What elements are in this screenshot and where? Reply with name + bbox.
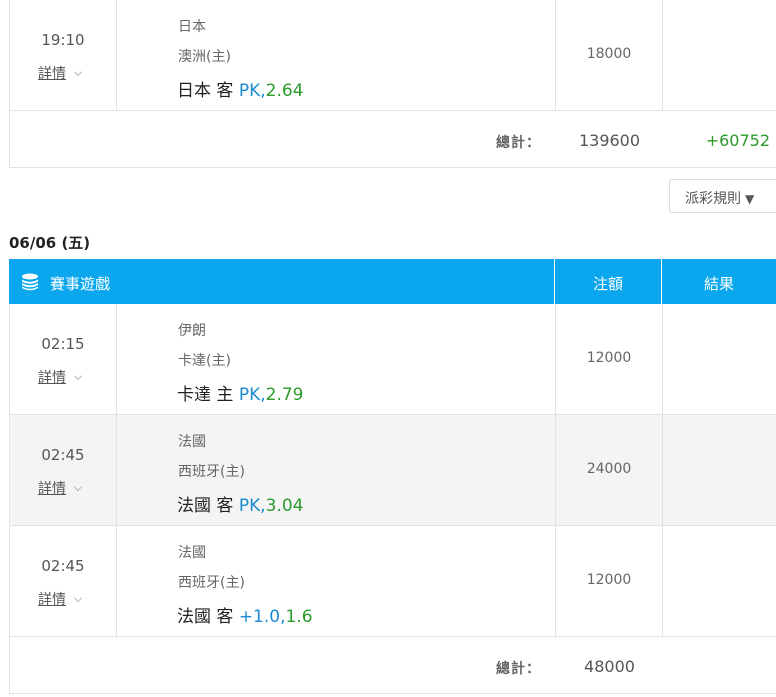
bet-amount-cell: 18000 xyxy=(556,0,663,110)
bet-amount-cell: 24000 xyxy=(556,415,663,525)
coin-stack-icon xyxy=(22,273,38,291)
bet-amount: 12000 xyxy=(586,572,632,588)
pick-odds: 1.6 xyxy=(285,607,313,627)
pick-team: 法國 客 xyxy=(177,607,234,627)
chevron-down-icon[interactable] xyxy=(73,371,83,381)
away-team: 法國 xyxy=(178,434,206,450)
pick-handicap: +1.0, xyxy=(238,607,286,627)
pick-team: 日本 客 xyxy=(177,81,234,101)
detail-label[interactable]: 詳情 xyxy=(38,481,66,497)
chevron-down-icon[interactable] xyxy=(73,482,83,492)
pick-odds: 3.04 xyxy=(265,496,304,516)
payout-rules-button[interactable]: 派彩規則 ▼ xyxy=(669,179,776,213)
bet-table-1: 19:10 詳情 日本 澳洲(主) 日本 客 PK,2.64 18000 總計：… xyxy=(9,0,776,168)
detail-label[interactable]: 詳情 xyxy=(38,592,66,608)
header-result-column: 結果 xyxy=(703,275,734,293)
away-team: 法國 xyxy=(178,545,206,561)
total-row: 總計： 139600 +60752 xyxy=(10,111,776,168)
time-cell: 02:45 詳情 xyxy=(10,526,117,636)
away-team: 日本 xyxy=(178,19,206,35)
header-bet-column: 注額 xyxy=(555,259,662,304)
total-result: +60752 xyxy=(705,131,770,150)
pick-handicap: PK, xyxy=(238,81,266,101)
pick-team: 法國 客 xyxy=(177,496,234,516)
bet-row: 02:15 詳情 伊朗 卡達(主) 卡達 主 PK,2.79 12000 xyxy=(10,304,776,415)
detail-label[interactable]: 詳情 xyxy=(38,370,66,386)
pick-odds: 2.79 xyxy=(265,385,304,405)
header-game-column: 賽事遊戲 xyxy=(9,259,555,304)
total-amount: 139600 xyxy=(578,131,641,150)
bet-amount: 12000 xyxy=(586,350,632,366)
total-label: 總計： xyxy=(496,135,541,151)
detail-label[interactable]: 詳情 xyxy=(38,66,66,82)
result-cell xyxy=(663,0,776,110)
time-cell: 02:45 詳情 xyxy=(10,415,117,525)
home-team: 西班牙(主) xyxy=(178,575,245,591)
detail-link[interactable]: 詳情 xyxy=(38,589,83,609)
pick-team: 卡達 主 xyxy=(177,385,234,405)
chevron-down-icon[interactable] xyxy=(73,593,83,603)
header-game-label: 賽事遊戲 xyxy=(50,275,111,293)
section-date: 06/06 (五) xyxy=(9,234,91,252)
home-team: 澳洲(主) xyxy=(178,49,231,65)
detail-link[interactable]: 詳情 xyxy=(38,478,83,498)
bet-row: 02:45 詳情 法國 西班牙(主) 法國 客 PK,3.04 24000 xyxy=(10,415,776,526)
match-time: 02:15 xyxy=(41,335,85,353)
home-team: 卡達(主) xyxy=(178,353,231,369)
result-cell xyxy=(663,415,776,525)
bet-row: 02:45 詳情 法國 西班牙(主) 法國 客 +1.0,1.6 12000 xyxy=(10,526,776,637)
pick-handicap: PK, xyxy=(238,496,266,516)
result-cell xyxy=(663,526,776,636)
pick-handicap: PK, xyxy=(238,385,266,405)
bet-amount-cell: 12000 xyxy=(556,526,663,636)
bet-pick: 法國 客 +1.0,1.6 xyxy=(177,602,313,627)
time-cell: 02:15 詳情 xyxy=(10,304,117,414)
bet-pick: 日本 客 PK,2.64 xyxy=(177,76,303,101)
time-cell: 19:10 詳情 xyxy=(10,0,117,110)
total-label: 總計： xyxy=(496,661,541,677)
bet-amount: 24000 xyxy=(586,461,632,477)
table-header: 賽事遊戲 注額 結果 xyxy=(9,259,776,304)
match-time: 02:45 xyxy=(41,446,85,464)
bet-pick: 卡達 主 PK,2.79 xyxy=(177,380,303,405)
match-time: 02:45 xyxy=(41,557,85,575)
bet-table-2: 02:15 詳情 伊朗 卡達(主) 卡達 主 PK,2.79 12000 02:… xyxy=(9,304,776,694)
bet-pick: 法國 客 PK,3.04 xyxy=(177,491,303,516)
home-team: 西班牙(主) xyxy=(178,464,245,480)
match-cell: 日本 澳洲(主) 日本 客 PK,2.64 xyxy=(117,0,556,110)
match-cell: 伊朗 卡達(主) 卡達 主 PK,2.79 xyxy=(117,304,556,414)
total-row: 總計： 48000 xyxy=(10,637,776,694)
match-cell: 法國 西班牙(主) 法國 客 PK,3.04 xyxy=(117,415,556,525)
total-amount: 48000 xyxy=(584,657,635,676)
match-time: 19:10 xyxy=(41,31,85,49)
chevron-down-icon[interactable] xyxy=(73,67,83,77)
away-team: 伊朗 xyxy=(178,323,206,339)
bet-amount: 18000 xyxy=(586,46,632,62)
triangle-down-icon[interactable]: ▼ xyxy=(745,192,754,206)
pick-odds: 2.64 xyxy=(265,81,304,101)
detail-link[interactable]: 詳情 xyxy=(38,63,83,83)
detail-link[interactable]: 詳情 xyxy=(38,367,83,387)
match-cell: 法國 西班牙(主) 法國 客 +1.0,1.6 xyxy=(117,526,556,636)
payout-rules-label[interactable]: 派彩規則 xyxy=(685,191,741,207)
bet-amount-cell: 12000 xyxy=(556,304,663,414)
bet-row: 19:10 詳情 日本 澳洲(主) 日本 客 PK,2.64 18000 xyxy=(10,0,776,111)
result-cell xyxy=(663,304,776,414)
